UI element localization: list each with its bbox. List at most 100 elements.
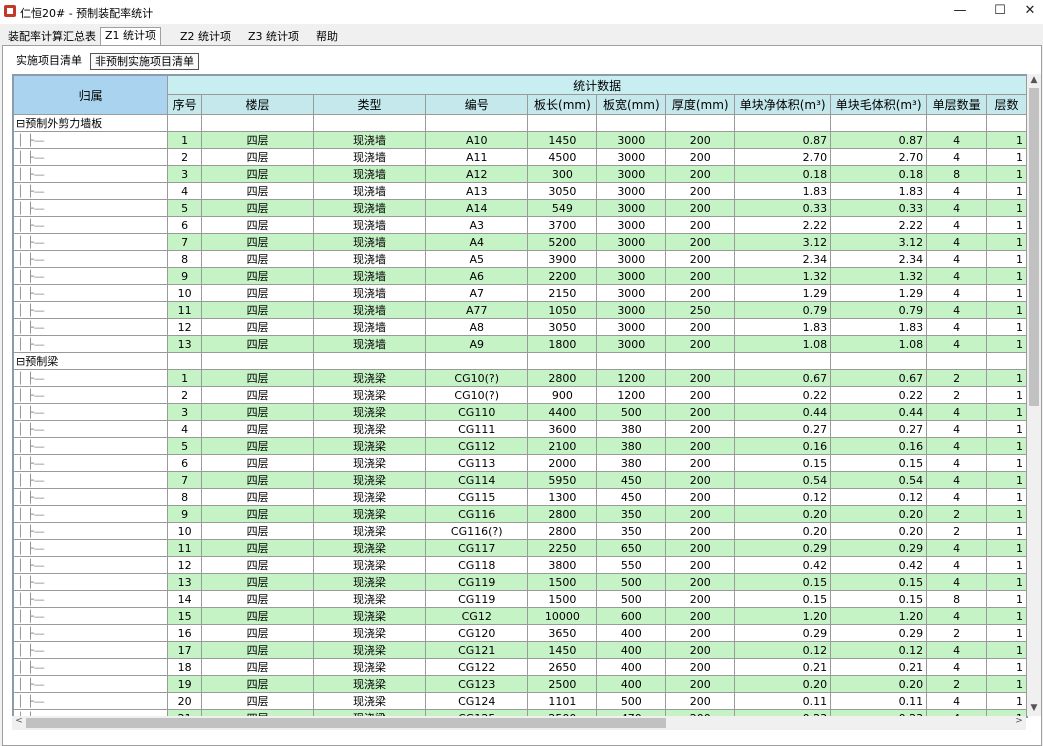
table-row[interactable]: │ ├— 1 四层 现浇墙 A10 1450 3000 200 0.87 0.87 4 1 [13,131,1027,149]
horizontal-scrollbar[interactable]: < > [12,716,1026,730]
table-row[interactable]: │ ├— 11 四层 现浇墙 A77 1050 3000 250 0.79 0.79 4 1 [13,301,1027,319]
table-row[interactable]: │ ├— 12 四层 现浇墙 A8 3050 3000 200 1.83 1.83 4 1 [13,318,1027,336]
table-row[interactable]: │ ├— 10 四层 现浇墙 A7 2150 3000 200 1.29 1.29 4 1 [13,284,1027,302]
minimize-button[interactable]: — [940,0,980,24]
table-cell: 4 [926,607,988,625]
table-cell: 450 [596,488,667,506]
group-row[interactable]: ⊟预制梁 [13,352,1027,370]
table-row[interactable]: │ ├— 5 四层 现浇墙 A14 549 3000 200 0.33 0.33 4 1 [13,199,1027,217]
vertical-scrollbar[interactable]: ▲ ▼ [1027,74,1041,716]
table-row[interactable]: │ ├— 2 四层 现浇梁 CG10(?) 900 1200 200 0.22 0.22 2 1 [13,386,1027,404]
table-row[interactable]: │ ├— 5 四层 现浇梁 CG112 2100 380 200 0.16 0.16 4 1 [13,437,1027,455]
table-row[interactable]: │ ├— 6 四层 现浇梁 CG113 2000 380 200 0.15 0.15 4 1 [13,454,1027,472]
table-cell: 400 [596,641,667,659]
scroll-up-arrow-icon[interactable]: ▲ [1027,75,1041,85]
tab-z3[interactable]: Z3 统计项 [244,29,303,45]
table-cell: 1 [986,267,1027,285]
table-cell: 11 [167,539,203,557]
table-cell: 0.12 [830,488,928,506]
table-cell: 1 [986,301,1027,319]
table-cell: 2 [167,386,203,404]
table-cell: 现浇墙 [313,301,427,319]
table-cell: 2 [926,675,988,693]
table-row[interactable]: │ ├— 9 四层 现浇梁 CG116 2800 350 200 0.20 0.20 2 1 [13,505,1027,523]
table-cell: 0.67 [830,369,928,387]
table-row[interactable]: │ ├— 8 四层 现浇墙 A5 3900 3000 200 2.34 2.34 4 1 [13,250,1027,268]
table-row[interactable]: │ ├— 20 四层 现浇梁 CG124 1101 500 200 0.11 0.11 4 1 [13,692,1027,710]
table-cell: A13 [425,182,529,200]
subtab-non-prefab[interactable]: 非预制实施项目清单 [90,53,199,70]
table-row[interactable]: │ ├— 12 四层 现浇梁 CG118 3800 550 200 0.42 0.42 4 1 [13,556,1027,574]
table-row[interactable]: │ ├— 3 四层 现浇梁 CG110 4400 500 200 0.44 0.44 4 1 [13,403,1027,421]
tab-z1[interactable]: Z1 统计项 [100,27,162,47]
table-cell: CG113 [425,454,529,472]
tab-summary[interactable]: 装配率计算汇总表 [4,29,100,45]
table-row[interactable]: │ ├— 13 四层 现浇墙 A9 1800 3000 200 1.08 1.08 4 1 [13,335,1027,353]
table-row[interactable]: │ ├— 8 四层 现浇梁 CG115 1300 450 200 0.12 0.12 4 1 [13,488,1027,506]
table-cell: 0.42 [830,556,928,574]
table-row[interactable]: │ ├— 19 四层 现浇梁 CG123 2500 400 200 0.20 0.20 2 1 [13,675,1027,693]
table-cell: 四层 [201,573,315,591]
table-cell: 3700 [527,216,598,234]
tab-help[interactable]: 帮助 [312,29,342,45]
vertical-scroll-thumb[interactable] [1029,88,1039,406]
table-cell: 0.33 [830,199,928,217]
table-cell: 现浇梁 [313,437,427,455]
table-cell: 四层 [201,335,315,353]
group-label[interactable]: ⊟预制外剪力墙板 [13,114,169,132]
table-cell: 现浇墙 [313,131,427,149]
table-cell: 0.15 [830,454,928,472]
table-cell: 4 [926,556,988,574]
table-row[interactable]: │ ├— 13 四层 现浇梁 CG119 1500 500 200 0.15 0.15 4 1 [13,573,1027,591]
tree-connector: │ ├— [13,658,169,676]
table-row[interactable]: │ ├— 7 四层 现浇梁 CG114 5950 450 200 0.54 0.54 4 1 [13,471,1027,489]
table-row[interactable]: │ ├— 18 四层 现浇梁 CG122 2650 400 200 0.21 0.21 4 1 [13,658,1027,676]
table-cell: 7 [167,233,203,251]
table-cell: 380 [596,420,667,438]
tree-connector: │ ├— [13,165,169,183]
table-row[interactable]: │ ├— 16 四层 现浇梁 CG120 3650 400 200 0.29 0.29 2 1 [13,624,1027,642]
table-cell: 1 [986,658,1027,676]
table-cell: 0.12 [734,641,832,659]
table-cell: 900 [527,386,598,404]
close-button[interactable]: ✕ [1010,0,1043,24]
table-row[interactable]: │ ├— 4 四层 现浇墙 A13 3050 3000 200 1.83 1.83 4 1 [13,182,1027,200]
table-row[interactable]: │ ├— 4 四层 现浇梁 CG111 3600 380 200 0.27 0.27 4 1 [13,420,1027,438]
table-cell: 四层 [201,522,315,540]
table-row[interactable]: │ ├— 15 四层 现浇梁 CG12 10000 600 200 1.20 1.20 4 1 [13,607,1027,625]
table-row[interactable]: │ ├— 10 四层 现浇梁 CG116(?) 2800 350 200 0.20 0.20 2 1 [13,522,1027,540]
table-cell: 12 [167,318,203,336]
tab-z2[interactable]: Z2 统计项 [176,29,235,45]
table-cell: 200 [665,148,736,166]
table-cell: 现浇墙 [313,335,427,353]
table-row[interactable]: │ ├— 11 四层 现浇梁 CG117 2250 650 200 0.29 0.29 4 1 [13,539,1027,557]
table-cell: 4 [926,148,988,166]
scroll-right-arrow-icon[interactable]: > [1012,716,1026,726]
table-row[interactable]: │ ├— 6 四层 现浇墙 A3 3700 3000 200 2.22 2.22 4 1 [13,216,1027,234]
group-row[interactable]: ⊟预制外剪力墙板 [13,114,1027,132]
table-row[interactable]: │ ├— 17 四层 现浇梁 CG121 1450 400 200 0.12 0.12 4 1 [13,641,1027,659]
table-cell: 200 [665,624,736,642]
table-cell: 1 [986,590,1027,608]
scroll-left-arrow-icon[interactable]: < [12,716,26,726]
table-cell: 3 [167,403,203,421]
table-row[interactable]: │ ├— 9 四层 现浇墙 A6 2200 3000 200 1.32 1.32 4 1 [13,267,1027,285]
table-cell: 四层 [201,165,315,183]
table-cell: 现浇梁 [313,386,427,404]
table-cell: 0.15 [830,573,928,591]
group-label[interactable]: ⊟预制梁 [13,352,169,370]
table-row[interactable]: │ ├— 1 四层 现浇梁 CG10(?) 2800 1200 200 0.67 0.67 2 1 [13,369,1027,387]
header-guishu: 归属 [13,75,169,115]
table-row[interactable]: │ ├— 2 四层 现浇墙 A11 4500 3000 200 2.70 2.70 4 1 [13,148,1027,166]
table-row[interactable]: │ ├— 7 四层 现浇墙 A4 5200 3000 200 3.12 3.12 4 1 [13,233,1027,251]
table-row[interactable]: │ ├— 14 四层 现浇梁 CG119 1500 500 200 0.15 0.15 8 1 [13,590,1027,608]
table-cell: 3000 [596,267,667,285]
table-cell: 2.34 [734,250,832,268]
table-cell: 四层 [201,284,315,302]
table-cell: 四层 [201,488,315,506]
subtab-implemented[interactable]: 实施项目清单 [12,53,86,68]
table-cell: 200 [665,658,736,676]
table-row[interactable]: │ ├— 3 四层 现浇墙 A12 300 3000 200 0.18 0.18 8 1 [13,165,1027,183]
horizontal-scroll-thumb[interactable] [26,718,666,728]
scroll-down-arrow-icon[interactable]: ▼ [1027,703,1041,713]
